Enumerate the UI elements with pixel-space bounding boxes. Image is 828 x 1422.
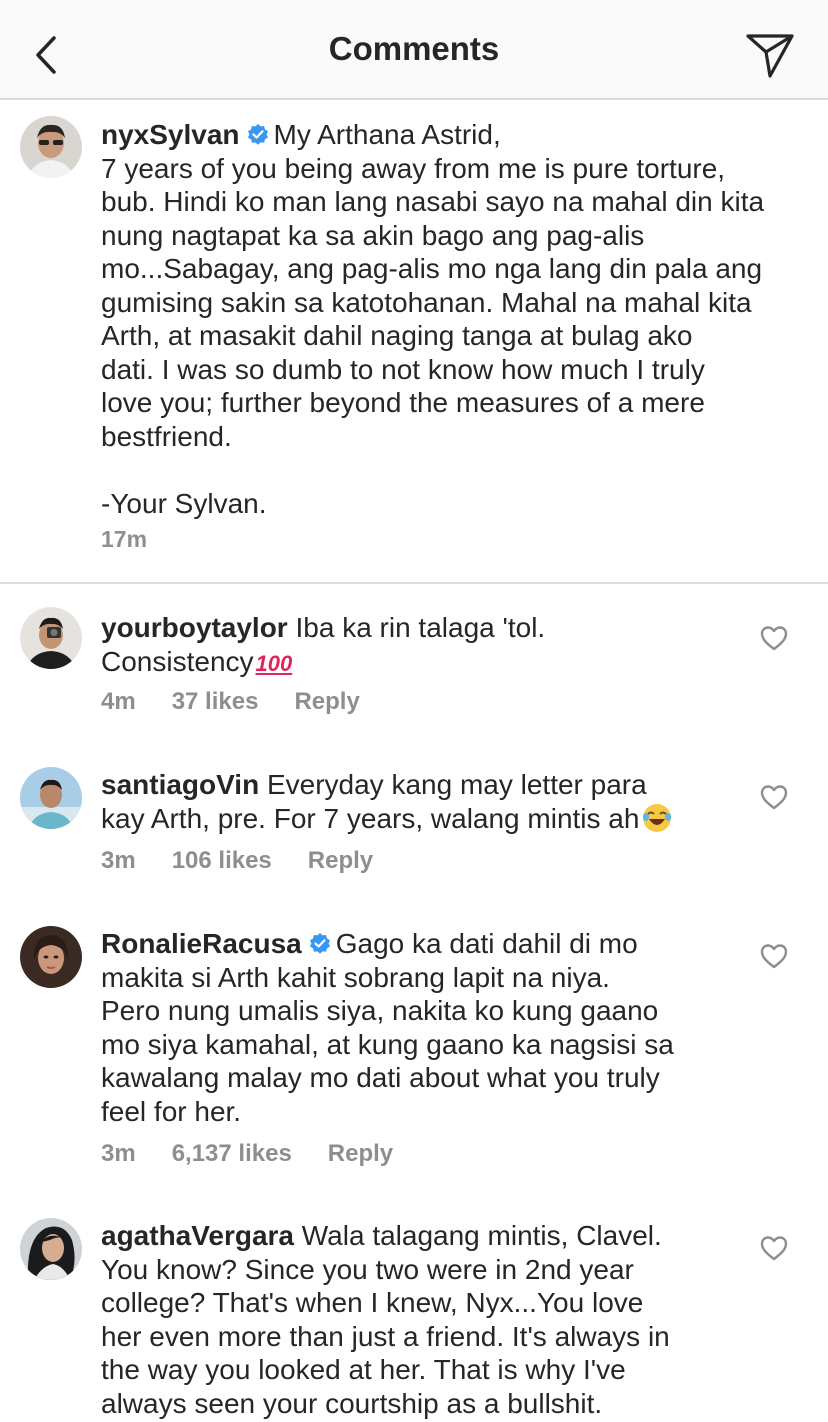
- likes-count[interactable]: 106 likes: [172, 847, 272, 874]
- caption-timestamp: 17m: [101, 526, 148, 552]
- caption-line-text: mo...Sabagay, ang pag-alis mo nga lang d…: [101, 253, 763, 284]
- reply-button[interactable]: Reply: [294, 688, 359, 715]
- comment-username[interactable]: yourboytaylor: [101, 612, 288, 643]
- comment-line-text: kay Arth, pre. For 7 years, walang minti…: [101, 802, 640, 834]
- caption-line-text: dati. I was so dumb to not know how much…: [101, 353, 705, 385]
- caption-line-text: love you; further beyond the measures of…: [101, 387, 705, 418]
- caption-line-text: bub. Hindi ko man lang nasabi sayo na ma…: [101, 186, 765, 217]
- comment-line-text: the way you looked at her. That is why I…: [101, 1354, 626, 1385]
- comment-text: santiagoVin Everyday kang may letter par…: [101, 768, 721, 835]
- post-caption: nyxSylvan My Arthana Astrid, 7 years of y…: [0, 100, 828, 584]
- comment-line-text: always seen your courtship as a bullshit…: [101, 1387, 603, 1419]
- avatar-agathavergara-image: [20, 1218, 82, 1280]
- comment-text: yourboytaylor Iba ka rin talaga 'tol. Co…: [101, 611, 721, 680]
- reply-button[interactable]: Reply: [328, 1140, 393, 1167]
- caption-line-text: 7 years of you being away from me is pur…: [101, 152, 726, 184]
- comment-timestamp: 4m: [101, 688, 136, 715]
- reply-button[interactable]: Reply: [308, 847, 373, 874]
- avatar-ronalieracusa-image: [20, 926, 82, 988]
- comment-line-text: You know? Since you two were in 2nd year: [101, 1253, 634, 1285]
- avatar-santiagovin-image: [20, 767, 82, 829]
- comment-line-text: mo siya kamahal, at kung gaano ka nagsis…: [101, 1028, 674, 1060]
- comment-meta: 4m 37 likes Reply: [101, 688, 396, 716]
- avatar[interactable]: [20, 926, 82, 988]
- comment-username[interactable]: agathaVergara: [101, 1220, 294, 1251]
- share-button[interactable]: [744, 30, 796, 80]
- caption-text: nyxSylvan My Arthana Astrid, 7 years of y…: [101, 118, 811, 520]
- hundred-points-emoji: 100: [255, 650, 293, 676]
- comment-line-text: Pero nung umalis siya, nakita ko kung ga…: [101, 995, 659, 1026]
- heart-icon[interactable]: [760, 784, 788, 810]
- heart-icon[interactable]: [760, 625, 788, 651]
- comment-timestamp: 3m: [101, 847, 136, 874]
- caption-line-text: Arth, at masakit dahil naging tanga at b…: [101, 320, 693, 351]
- likes-count[interactable]: 6,137 likes: [172, 1140, 292, 1167]
- send-icon: [746, 34, 794, 78]
- heart-icon[interactable]: [760, 1235, 788, 1261]
- verified-badge-icon: [309, 933, 330, 954]
- avatar[interactable]: [20, 1218, 82, 1280]
- heart-icon[interactable]: [760, 943, 788, 969]
- laughing-emoji: [643, 803, 672, 832]
- caption-line-text: nung nagtapat ka sa akin bago ang pag-al…: [101, 219, 645, 251]
- page-title: Comments: [328, 30, 500, 67]
- caption-line-text: bestfriend.: [101, 420, 232, 452]
- comment-line-text: feel for her.: [101, 1095, 242, 1127]
- comment-text: RonalieRacusa Gago ka dati dahil di mo ma…: [101, 927, 721, 1128]
- comment-line-text: her even more than just a friend. It's a…: [101, 1320, 670, 1352]
- caption-line-text: My Arthana Astrid,: [273, 119, 501, 150]
- comment-line-text: Consistency: [101, 645, 254, 677]
- likes-count[interactable]: 37 likes: [172, 688, 259, 715]
- comment-line-text: Everyday kang may letter para: [266, 769, 647, 800]
- caption-line-text: gumising sakin sa katotohanan. Mahal na …: [101, 286, 752, 318]
- verified-badge-icon: [247, 124, 268, 145]
- caption-username[interactable]: nyxSylvan: [101, 119, 240, 150]
- comment-meta: 3m 6,137 likes Reply: [101, 1140, 429, 1168]
- comment-line-text: makita si Arth kahit sobrang lapit na ni…: [101, 961, 610, 993]
- comment-text: agathaVergara Wala talagang mintis, Clav…: [101, 1219, 721, 1420]
- comment-meta: 3m 106 likes Reply: [101, 847, 409, 875]
- comment-username[interactable]: RonalieRacusa: [101, 928, 302, 959]
- comment-line-text: Wala talagang mintis, Clavel.: [301, 1220, 662, 1251]
- avatar[interactable]: [20, 767, 82, 829]
- top-bar: Comments: [0, 0, 828, 100]
- comment-line-text: kawalang malay mo dati about what you tr…: [101, 1062, 660, 1093]
- avatar[interactable]: [20, 607, 82, 669]
- caption-signature: -Your Sylvan.: [101, 487, 267, 519]
- comment-line-text: Iba ka rin talaga 'tol.: [295, 612, 546, 643]
- avatar-nyxsylvan-image: [20, 116, 82, 178]
- comment-timestamp: 3m: [101, 1140, 136, 1167]
- avatar[interactable]: [20, 116, 82, 178]
- comment-line-text: college? That's when I knew, Nyx...You l…: [101, 1287, 644, 1318]
- comment-username[interactable]: santiagoVin: [101, 769, 259, 800]
- comment-line-text: Gago ka dati dahil di mo: [335, 928, 638, 959]
- caption-line: nyxSylvan My Arthana Astrid,: [101, 118, 811, 152]
- avatar-yourboytaylor-image: [20, 607, 82, 669]
